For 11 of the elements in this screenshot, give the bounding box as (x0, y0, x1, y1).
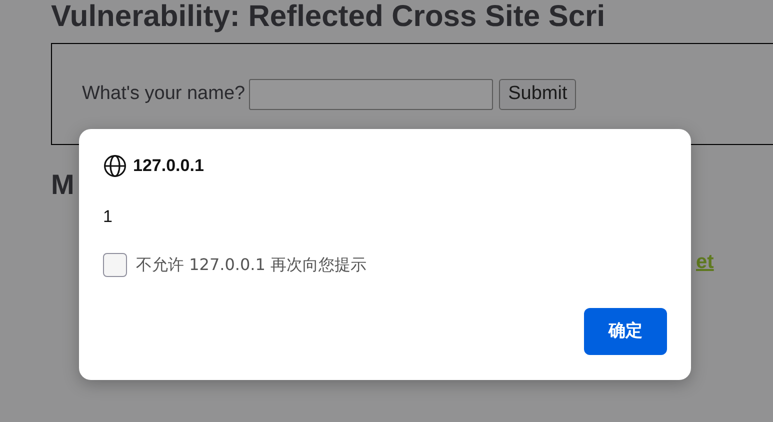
submit-button[interactable]: Submit (499, 78, 576, 110)
field-label: What's your name? (82, 82, 246, 106)
globe-icon (103, 154, 127, 178)
dialog-origin: 127.0.0.1 (133, 155, 204, 177)
ok-button[interactable]: 确定 (584, 308, 667, 355)
name-input-field[interactable] (249, 78, 494, 110)
checkbox[interactable] (103, 253, 127, 277)
dialog-message: 1 (103, 206, 112, 228)
page-heading: Vulnerability: Reflected Cross Site Scri (51, 2, 606, 32)
section-heading: M (51, 171, 74, 199)
checkbox-label: 不允许 127.0.0.1 再次向您提示 (136, 254, 367, 276)
